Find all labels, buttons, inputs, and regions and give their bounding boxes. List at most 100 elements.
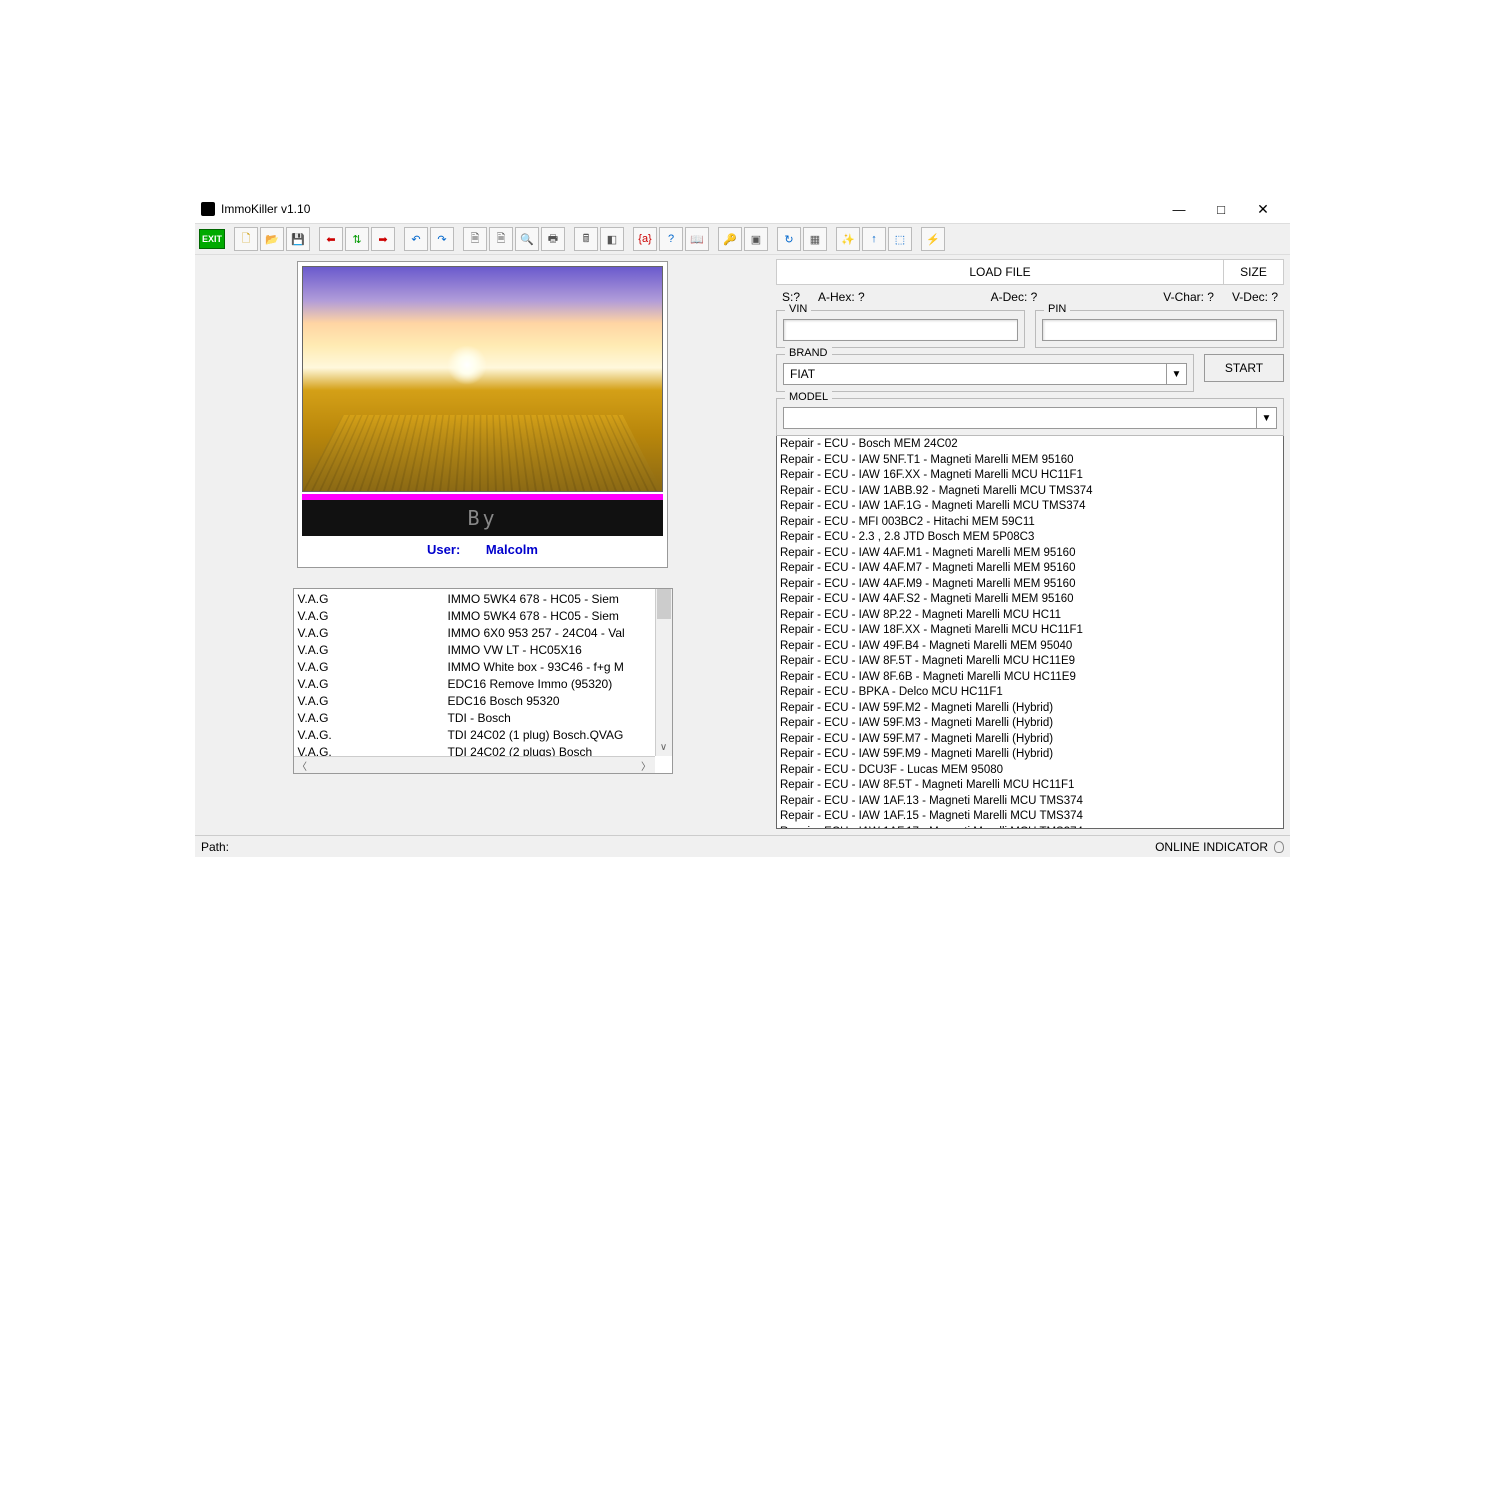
vin-input[interactable] <box>783 319 1018 341</box>
key-icon[interactable]: 🔑 <box>718 227 742 251</box>
dropdown-item[interactable]: Repair - ECU - IAW 8F.6B - Magneti Marel… <box>780 670 1280 686</box>
hero-frame: By User: Malcolm <box>297 261 668 568</box>
start-button[interactable]: START <box>1204 354 1284 382</box>
dropdown-item[interactable]: Repair - ECU - MFI 003BC2 - Hitachi MEM … <box>780 515 1280 531</box>
user-name: Malcolm <box>486 542 538 557</box>
horizontal-scrollbar[interactable]: 〈 〉 <box>294 756 655 773</box>
dropdown-item[interactable]: Repair - ECU - IAW 8F.5T - Magneti Marel… <box>780 778 1280 794</box>
undo-icon[interactable]: ↶ <box>404 227 428 251</box>
titlebar: ImmoKiller v1.10 — □ ✕ <box>195 195 1290 223</box>
minimize-button[interactable]: — <box>1158 196 1200 222</box>
window-icon[interactable]: ◧ <box>600 227 624 251</box>
pin-label: PIN <box>1044 303 1070 315</box>
dropdown-item[interactable]: Repair - ECU - IAW 4AF.M9 - Magneti Mare… <box>780 577 1280 593</box>
dropdown-item[interactable]: Repair - ECU - IAW 5NF.T1 - Magneti Mare… <box>780 453 1280 469</box>
dropdown-item[interactable]: Repair - ECU - IAW 1AF.17 - Magneti Mare… <box>780 825 1280 830</box>
list-item[interactable]: V.A.GEDC16 Bosch 95320 <box>298 693 651 710</box>
bolt-icon[interactable]: ⚡ <box>921 227 945 251</box>
up-arrow-icon[interactable]: ↑ <box>862 227 886 251</box>
dropdown-item[interactable]: Repair - ECU - IAW 59F.M3 - Magneti Mare… <box>780 716 1280 732</box>
scroll-right-icon[interactable]: 〉 <box>638 758 655 773</box>
list-item[interactable]: V.A.GIMMO 5WK4 678 - HC05 - Siem <box>298 591 651 608</box>
wizard-icon[interactable]: ✨ <box>836 227 860 251</box>
redo-icon[interactable]: ↷ <box>430 227 454 251</box>
list-item[interactable]: V.A.GIMMO 5WK4 678 - HC05 - Siem <box>298 608 651 625</box>
dropdown-item[interactable]: Repair - ECU - DCU3F - Lucas MEM 95080 <box>780 763 1280 779</box>
dropdown-item[interactable]: Repair - ECU - IAW 4AF.M7 - Magneti Mare… <box>780 561 1280 577</box>
right-panel: LOAD FILE SIZE S:? A-Hex: ? A-Dec: ? V-C… <box>770 257 1290 835</box>
dropdown-item[interactable]: Repair - ECU - IAW 59F.M7 - Magneti Mare… <box>780 732 1280 748</box>
dropdown-item[interactable]: Repair - ECU - BPKA - Delco MCU HC11F1 <box>780 685 1280 701</box>
import-icon[interactable]: ⬅ <box>319 227 343 251</box>
print-icon[interactable]: 🖶 <box>541 227 565 251</box>
dropdown-item[interactable]: Repair - ECU - IAW 18F.XX - Magneti Mare… <box>780 623 1280 639</box>
doc-b-icon[interactable]: 🗎 <box>489 227 513 251</box>
calculator-icon[interactable]: 🖩 <box>574 227 598 251</box>
vdec-value: V-Dec: ? <box>1232 290 1278 304</box>
model-label: MODEL <box>785 391 832 403</box>
book-icon[interactable]: 📖 <box>685 227 709 251</box>
dropdown-item[interactable]: Repair - ECU - IAW 59F.M9 - Magneti Mare… <box>780 747 1280 763</box>
list-item[interactable]: V.A.G.TDI 24C02 (2 plugs) Bosch <box>298 744 651 756</box>
new-file-icon[interactable]: 🗋 <box>234 227 258 251</box>
brand-combo[interactable]: FIAT ▼ <box>783 363 1187 385</box>
refresh-icon[interactable]: ↻ <box>777 227 801 251</box>
dropdown-item[interactable]: Repair - ECU - IAW 49F.B4 - Magneti Mare… <box>780 639 1280 655</box>
dropdown-item[interactable]: Repair - ECU - IAW 16F.XX - Magneti Mare… <box>780 468 1280 484</box>
dropdown-item[interactable]: Repair - ECU - IAW 1ABB.92 - Magneti Mar… <box>780 484 1280 500</box>
list-item[interactable]: V.A.G.TDI 24C02 (1 plug) Bosch.QVAG <box>298 727 651 744</box>
dropdown-item[interactable]: Repair - ECU - IAW 1AF.1G - Magneti Mare… <box>780 499 1280 515</box>
dropdown-item[interactable]: Repair - ECU - IAW 4AF.M1 - Magneti Mare… <box>780 546 1280 562</box>
user-line: User: Malcolm <box>302 536 663 563</box>
scroll-thumb[interactable] <box>657 589 671 619</box>
doc-a-icon[interactable]: 🗎 <box>463 227 487 251</box>
vin-label: VIN <box>785 303 811 315</box>
list-item[interactable]: V.A.GTDI - Bosch <box>298 710 651 727</box>
open-folder-icon[interactable]: 📂 <box>260 227 284 251</box>
pin-input[interactable] <box>1042 319 1277 341</box>
model-dropdown-list[interactable]: Repair - ECU - Bosch MEM 24C02Repair - E… <box>776 435 1284 829</box>
online-indicator-label: ONLINE INDICATOR <box>1155 840 1268 854</box>
ahex-value: A-Hex: ? <box>818 290 865 304</box>
export-icon[interactable]: ➡ <box>371 227 395 251</box>
vehicle-list[interactable]: V.A.GIMMO 5WK4 678 - HC05 - SiemV.A.GIMM… <box>293 588 673 774</box>
dropdown-item[interactable]: Repair - ECU - 2.3 , 2.8 JTD Bosch MEM 5… <box>780 530 1280 546</box>
chevron-down-icon[interactable]: ▼ <box>1256 408 1276 428</box>
maximize-button[interactable]: □ <box>1200 196 1242 222</box>
binoculars-icon[interactable]: 🔍 <box>515 227 539 251</box>
dropdown-item[interactable]: Repair - ECU - IAW 1AF.13 - Magneti Mare… <box>780 794 1280 810</box>
close-button[interactable]: ✕ <box>1242 196 1284 222</box>
dropdown-item[interactable]: Repair - ECU - IAW 1AF.15 - Magneti Mare… <box>780 809 1280 825</box>
transfer-icon[interactable]: ⇅ <box>345 227 369 251</box>
dropdown-item[interactable]: Repair - ECU - IAW 8P.22 - Magneti Marel… <box>780 608 1280 624</box>
chevron-down-icon[interactable]: ▼ <box>1166 364 1186 384</box>
dropdown-item[interactable]: Repair - ECU - IAW 4AF.S2 - Magneti Mare… <box>780 592 1280 608</box>
left-panel: By User: Malcolm V.A.GIMMO 5WK4 678 - HC… <box>195 257 770 835</box>
pin-group: PIN <box>1035 310 1284 348</box>
hero-image <box>302 266 663 492</box>
vin-group: VIN <box>776 310 1025 348</box>
help-icon[interactable]: ? <box>659 227 683 251</box>
dropdown-item[interactable]: Repair - ECU - Bosch MEM 24C02 <box>780 437 1280 453</box>
list-item[interactable]: V.A.GIMMO 6X0 953 257 - 24C04 - Val <box>298 625 651 642</box>
dropdown-item[interactable]: Repair - ECU - IAW 59F.M2 - Magneti Mare… <box>780 701 1280 717</box>
list-item[interactable]: V.A.GEDC16 Remove Immo (95320) <box>298 676 651 693</box>
select-icon[interactable]: ⬚ <box>888 227 912 251</box>
load-file-label[interactable]: LOAD FILE <box>777 265 1223 279</box>
load-file-row: LOAD FILE SIZE <box>776 259 1284 285</box>
module-icon[interactable]: ▦ <box>803 227 827 251</box>
save-icon[interactable]: 💾 <box>286 227 310 251</box>
brand-group: BRAND FIAT ▼ <box>776 354 1194 392</box>
exit-button[interactable]: EXIT <box>199 229 225 249</box>
brace-icon[interactable]: {a} <box>633 227 657 251</box>
scroll-down-icon[interactable]: ∨ <box>656 739 672 756</box>
chip-icon[interactable]: ▣ <box>744 227 768 251</box>
model-combo[interactable]: ▼ <box>783 407 1277 429</box>
list-item[interactable]: V.A.GIMMO VW LT - HC05X16 <box>298 642 651 659</box>
dropdown-item[interactable]: Repair - ECU - IAW 8F.5T - Magneti Marel… <box>780 654 1280 670</box>
vertical-scrollbar[interactable]: ∨ <box>655 589 672 756</box>
window-title: ImmoKiller v1.10 <box>221 202 1158 216</box>
vchar-value: V-Char: ? <box>1163 290 1214 304</box>
list-item[interactable]: V.A.GIMMO White box - 93C46 - f+g M <box>298 659 651 676</box>
scroll-left-icon[interactable]: 〈 <box>294 758 311 773</box>
